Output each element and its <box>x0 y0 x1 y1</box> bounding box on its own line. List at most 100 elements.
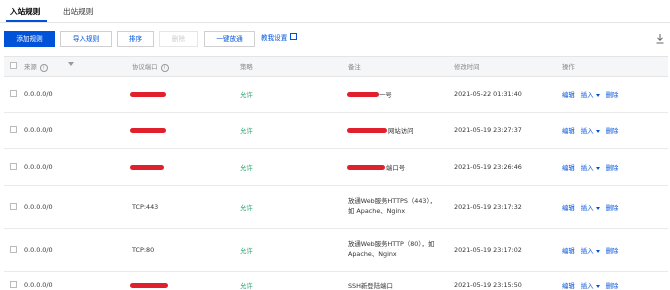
insert-label: 插入 <box>580 282 594 290</box>
delete-link[interactable]: 删除 <box>606 204 619 212</box>
edit-link[interactable]: 编辑 <box>562 91 575 99</box>
download-icon[interactable] <box>656 34 664 44</box>
edit-link[interactable]: 编辑 <box>562 282 575 290</box>
source-cell: 0.0.0.0/0 <box>24 90 53 98</box>
header-modified-time: 修改时间 <box>454 63 480 71</box>
source-cell: 0.0.0.0/0 <box>24 203 53 211</box>
select-all-checkbox[interactable] <box>10 62 17 69</box>
insert-label: 插入 <box>580 204 594 212</box>
insert-dropdown[interactable]: 插入 <box>581 204 600 212</box>
delete-link[interactable]: 删除 <box>606 127 619 135</box>
insert-label: 插入 <box>580 127 594 135</box>
note-line: Apache、Nginx <box>348 250 397 258</box>
note-line: 如 Apache、Nginx <box>348 207 406 215</box>
insert-dropdown[interactable]: 插入 <box>581 127 600 135</box>
time-cell: 2021-05-19 23:26:46 <box>454 163 522 171</box>
filter-icon[interactable] <box>68 62 74 66</box>
edit-link[interactable]: 编辑 <box>562 127 575 135</box>
table-row: 0.0.0.0/0 允许 一号 2021-05-22 01:31:40 编辑 插入… <box>4 76 668 113</box>
time-cell: 2021-05-19 23:17:02 <box>454 246 522 254</box>
policy-cell: 允许 <box>240 282 253 290</box>
policy-cell: 允许 <box>240 204 253 212</box>
time-cell: 2021-05-19 23:17:32 <box>454 203 522 211</box>
operations-cell: 编辑 插入 删除 <box>562 203 624 212</box>
redacted-port <box>130 92 166 97</box>
operations-cell: 编辑 插入 删除 <box>562 246 624 255</box>
edit-link[interactable]: 编辑 <box>562 204 575 212</box>
header-operation: 操作 <box>562 63 575 71</box>
row-checkbox[interactable] <box>10 281 17 288</box>
one-click-open-button[interactable]: 一键放通 <box>204 31 255 47</box>
toolbar: 添加规则 导入规则 排序 删除 一键放通 教我设置 <box>0 31 670 49</box>
insert-dropdown[interactable]: 插入 <box>581 247 600 255</box>
chevron-down-icon <box>595 206 600 210</box>
source-cell: 0.0.0.0/0 <box>24 281 53 289</box>
redacted-port <box>130 128 166 133</box>
table-row: 0.0.0.0/0 TCP:443 允许 放通Web服务HTTPS（443）， … <box>4 186 668 229</box>
delete-link[interactable]: 删除 <box>606 282 619 290</box>
insert-dropdown[interactable]: 插入 <box>581 91 600 99</box>
insert-dropdown[interactable]: 插入 <box>581 282 600 290</box>
row-checkbox[interactable] <box>10 203 17 210</box>
header-policy: 策略 <box>240 63 253 71</box>
note-cell: 网站访问 <box>388 127 414 135</box>
active-tab-indicator <box>6 20 47 22</box>
redacted-port <box>130 283 168 288</box>
time-cell: 2021-05-22 01:31:40 <box>454 90 522 98</box>
time-cell: 2021-05-19 23:15:50 <box>454 281 522 289</box>
source-cell: 0.0.0.0/0 <box>24 163 53 171</box>
note-cell: 放通Web服务HTTP（80），如 Apache、Nginx <box>348 239 434 259</box>
table-row: 0.0.0.0/0 允许 端口号 2021-05-19 23:26:46 编辑插… <box>4 149 668 186</box>
info-icon[interactable]: i <box>39 64 48 72</box>
teach-setup-link[interactable]: 教我设置 <box>261 31 298 47</box>
redacted-note <box>347 165 385 170</box>
row-checkbox[interactable] <box>10 126 17 133</box>
header-note: 备注 <box>348 63 361 71</box>
edit-link[interactable]: 编辑 <box>562 164 575 172</box>
row-checkbox[interactable] <box>10 163 17 170</box>
insert-label: 插入 <box>580 247 594 255</box>
source-cell: 0.0.0.0/0 <box>24 246 53 254</box>
table-row: 0.0.0.0/0 允许 SSH新登陆端口 2021-05-19 23:15:5… <box>4 272 668 290</box>
note-cell: SSH新登陆端口 <box>348 282 393 290</box>
table-header: 来源 i 协议端口 i 策略 备注 修改时间 操作 <box>4 56 668 77</box>
delete-link[interactable]: 删除 <box>606 247 619 255</box>
chevron-down-icon <box>595 129 600 133</box>
operations-cell: 编辑 插入 删除 <box>562 126 624 135</box>
header-source-label: 来源 <box>24 63 37 71</box>
note-line: 放通Web服务HTTP（80），如 <box>348 240 435 248</box>
time-cell: 2021-05-19 23:27:37 <box>454 126 522 134</box>
header-protocol-port-label: 协议端口 <box>132 63 158 71</box>
operations-cell: 编辑 插入 删除 <box>562 281 624 290</box>
header-protocol-port: 协议端口 i <box>132 62 169 72</box>
row-checkbox[interactable] <box>10 90 17 97</box>
note-line: 放通Web服务HTTPS（443）， <box>348 197 437 205</box>
delete-link[interactable]: 删除 <box>606 164 619 172</box>
sort-button[interactable]: 排序 <box>117 31 154 47</box>
policy-cell: 允许 <box>240 91 253 99</box>
insert-label: 插入 <box>580 164 594 172</box>
chevron-down-icon <box>595 166 600 170</box>
policy-cell: 允许 <box>240 164 253 172</box>
source-cell: 0.0.0.0/0 <box>24 126 53 134</box>
delete-button[interactable]: 删除 <box>159 31 198 47</box>
tab-inbound-rules[interactable]: 入站规则 <box>10 6 40 17</box>
import-rule-button[interactable]: 导入规则 <box>60 31 112 47</box>
note-cell: 端口号 <box>386 164 406 172</box>
redacted-port <box>130 165 164 170</box>
tab-outbound-rules[interactable]: 出站规则 <box>63 6 93 17</box>
info-icon[interactable]: i <box>160 64 169 72</box>
port-cell: TCP:80 <box>132 246 155 254</box>
chevron-down-icon <box>595 249 600 253</box>
teach-setup-label: 教我设置 <box>261 34 288 42</box>
table-row: 0.0.0.0/0 允许 网站访问 2021-05-19 23:27:37 编辑… <box>4 113 668 149</box>
operations-cell: 编辑 插入 删除 <box>562 90 624 99</box>
row-checkbox[interactable] <box>10 246 17 253</box>
insert-dropdown[interactable]: 插入 <box>581 164 600 172</box>
table-row: 0.0.0.0/0 TCP:80 允许 放通Web服务HTTP（80），如 Ap… <box>4 229 668 272</box>
tab-bar: 入站规则 出站规则 <box>0 0 670 23</box>
add-rule-button[interactable]: 添加规则 <box>4 31 55 47</box>
edit-link[interactable]: 编辑 <box>562 247 575 255</box>
redacted-note <box>347 128 387 133</box>
delete-link[interactable]: 删除 <box>606 91 619 99</box>
